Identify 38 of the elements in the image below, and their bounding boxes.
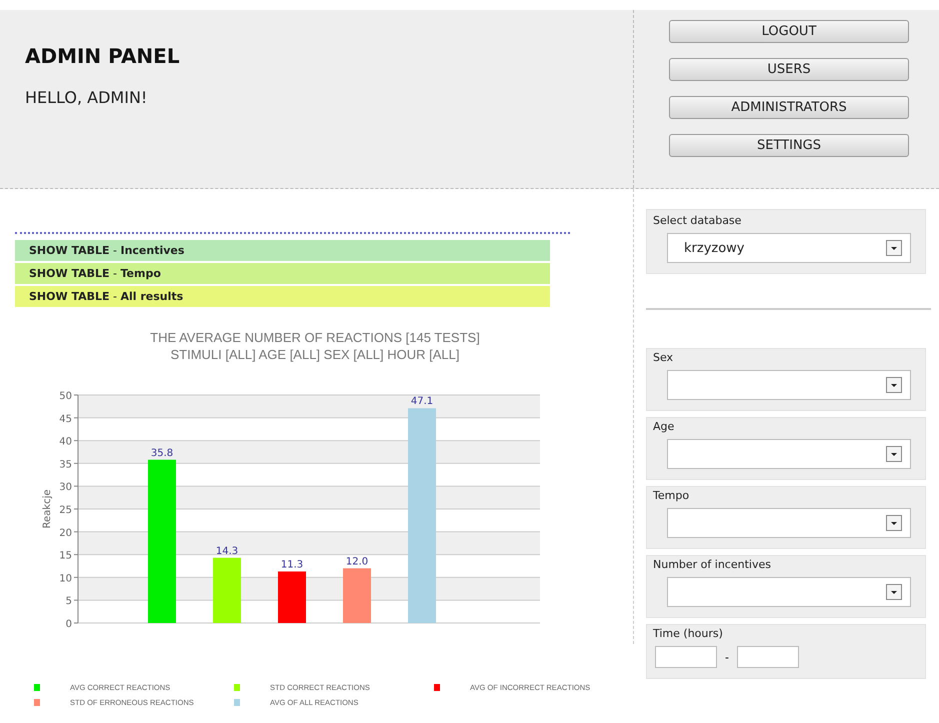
show-table-link[interactable]: SHOW TABLE - All results xyxy=(15,286,550,307)
field-label: Select database xyxy=(653,214,742,227)
field-label: Number of incentives xyxy=(653,558,772,571)
nav-button[interactable]: LOGOUT xyxy=(669,20,909,43)
axis-tick-label: 50 xyxy=(59,391,72,402)
axis-tick-label: 5 xyxy=(66,596,72,608)
time-input-field[interactable] xyxy=(655,646,717,668)
show-table-link[interactable]: SHOW TABLE - Tempo xyxy=(15,263,550,284)
data-label: 35.8 xyxy=(150,448,174,459)
axis-tick-label: 45 xyxy=(59,414,72,425)
field-label: Sex xyxy=(653,351,674,364)
data-label: 47.1 xyxy=(410,396,434,408)
axis-tick-label: 35 xyxy=(59,459,72,470)
show-table-link[interactable]: SHOW TABLE - Incentives xyxy=(15,240,550,261)
panel-title: ADMIN PANEL xyxy=(25,44,181,68)
nav-button[interactable]: SETTINGS xyxy=(669,134,909,157)
greeting-text: HELLO, ADMIN! xyxy=(25,88,148,107)
nav-button[interactable]: USERS xyxy=(669,58,909,81)
data-label: 14.3 xyxy=(216,546,238,557)
time-input-field[interactable] xyxy=(736,646,799,668)
nav-button[interactable]: ADMINISTRATORS xyxy=(669,96,909,119)
data-label: 12.0 xyxy=(346,556,368,568)
chart-title: STIMULI [ALL] AGE [ALL] SEX [ALL] HOUR [ALL] xyxy=(169,346,460,363)
field-label: Tempo xyxy=(653,489,690,502)
field-label: Age xyxy=(653,420,676,433)
axis-tick-label: 25 xyxy=(59,505,72,516)
range-separator: - xyxy=(725,650,729,664)
axis-tick-label: 20 xyxy=(59,528,72,539)
axis-tick-label: 40 xyxy=(59,436,72,448)
axis-tick-label: 30 xyxy=(59,482,72,494)
axis-tick-label: 15 xyxy=(59,550,72,562)
axis-title: Reakcje xyxy=(42,490,53,528)
field-label: Time (hours) xyxy=(653,627,724,640)
axis-tick-label: 10 xyxy=(59,573,72,584)
chart-title: THE AVERAGE NUMBER OF REACTIONS [145 TESTS] xyxy=(149,329,481,346)
database-select[interactable]: krzyzowy xyxy=(667,233,911,263)
data-label: 11.3 xyxy=(280,559,304,570)
axis-tick-label: 0 xyxy=(66,619,72,630)
